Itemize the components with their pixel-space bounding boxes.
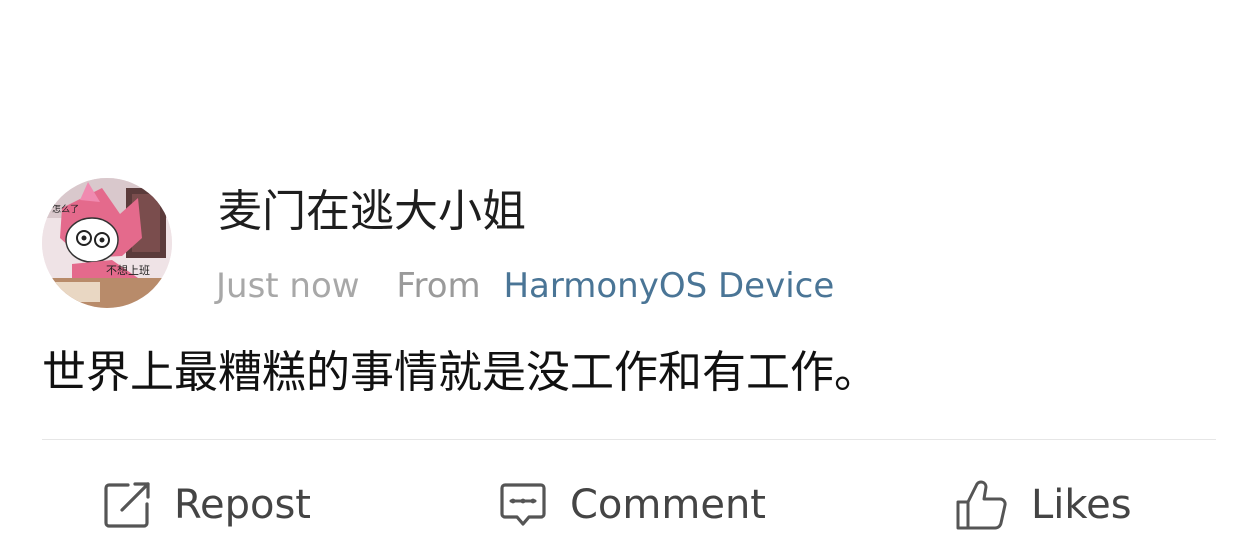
avatar-caption: 不想上班 (106, 263, 150, 277)
post-time: Just now (216, 266, 360, 306)
username[interactable]: 麦门在逃大小姐 (218, 184, 526, 240)
like-button[interactable]: Likes (955, 470, 1132, 540)
comment-button[interactable]: Comment (498, 470, 766, 540)
repost-button[interactable]: Repost (102, 470, 311, 540)
repost-label: Repost (174, 482, 311, 528)
avatar-illustration: 不想上班 怎么了 (42, 178, 172, 308)
avatar[interactable]: 不想上班 怎么了 (42, 178, 172, 308)
post-source-label: From (396, 266, 481, 306)
share-edit-icon (102, 480, 152, 530)
divider (42, 439, 1216, 440)
comment-label: Comment (570, 482, 766, 528)
thumbs-up-icon (955, 478, 1009, 532)
svg-text:怎么了: 怎么了 (52, 203, 79, 215)
likes-label: Likes (1031, 482, 1132, 528)
post-content: 世界上最糟糕的事情就是没工作和有工作。 (42, 347, 878, 398)
post-source-device[interactable]: HarmonyOS Device (503, 266, 834, 306)
post-meta: Just now From HarmonyOS Device (216, 262, 834, 310)
weibo-post-card: 不想上班 怎么了 麦门在逃大小姐 Just now From HarmonyOS… (0, 0, 1256, 558)
comment-icon (498, 480, 548, 530)
